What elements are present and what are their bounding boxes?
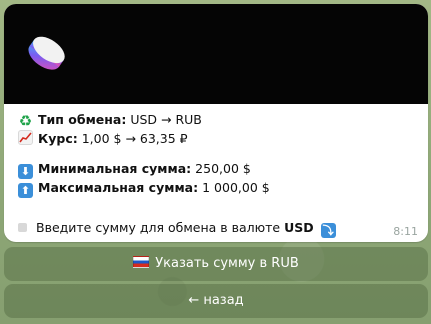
prompt-currency: USD	[284, 220, 314, 235]
up-arrow-icon: ⬆	[18, 183, 33, 198]
bot-message-bubble: ♻ Тип обмена: USD → RUB Курс: 1,00 $ → 63…	[4, 4, 428, 242]
back-label: ← назад	[188, 293, 244, 308]
max-label: Максимальная сумма:	[38, 180, 199, 195]
exchange-type-value: USD → RUB	[130, 112, 202, 127]
bullet-icon	[18, 223, 27, 232]
chart-increasing-icon	[18, 130, 33, 145]
message-text: ♻ Тип обмена: USD → RUB Курс: 1,00 $ → 63…	[18, 110, 418, 198]
rate-value: 1,00 $ → 63,35 ₽	[81, 131, 188, 146]
down-right-arrow-icon: ⤵	[320, 223, 336, 238]
down-arrow-icon: ⬇	[18, 164, 33, 179]
specify-rub-label: Указать сумму в RUB	[155, 256, 299, 271]
russia-flag-icon	[133, 256, 150, 268]
min-value: 250,00 $	[195, 161, 251, 176]
rate-line: Курс: 1,00 $ → 63,35 ₽	[18, 129, 418, 148]
min-label: Минимальная сумма:	[38, 161, 192, 176]
rate-label: Курс:	[38, 131, 78, 146]
specify-rub-amount-button[interactable]: Указать сумму в RUB	[4, 247, 428, 281]
back-button[interactable]: ← назад	[4, 284, 428, 318]
recycle-icon: ♻	[18, 112, 33, 130]
max-amount-line: ⬆ Максимальная сумма: 1 000,00 $	[18, 178, 418, 198]
prompt-text: Введите сумму для обмена в валюте	[36, 220, 281, 235]
bot-banner-image	[4, 4, 428, 104]
ring-logo-icon	[28, 36, 65, 70]
min-amount-line: ⬇ Минимальная сумма: 250,00 $	[18, 159, 418, 179]
amount-prompt: Введите сумму для обмена в валюте USD ⤵	[18, 220, 336, 238]
max-value: 1 000,00 $	[202, 180, 270, 195]
exchange-type-line: ♻ Тип обмена: USD → RUB	[18, 110, 418, 129]
exchange-type-label: Тип обмена:	[38, 112, 127, 127]
message-time: 8:11	[393, 225, 418, 238]
